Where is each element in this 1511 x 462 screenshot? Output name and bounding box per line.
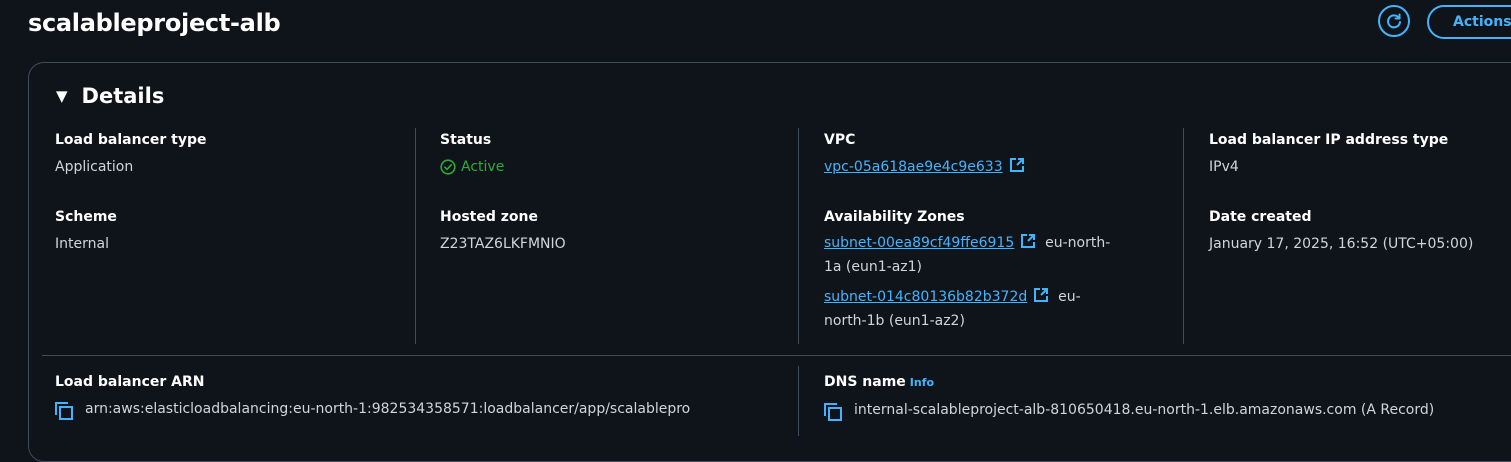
dns-info-link[interactable]: Info bbox=[910, 376, 934, 389]
availability-zone-item: subnet-014c80136b82b372d eu- north-1b (e… bbox=[824, 285, 1169, 333]
subnet-link[interactable]: subnet-00ea89cf49ffe6915 bbox=[824, 235, 1014, 251]
details-toggle[interactable]: ▼ Details bbox=[56, 84, 164, 108]
dns-name-label: DNS name bbox=[824, 374, 906, 390]
actions-button[interactable]: Actions bbox=[1427, 5, 1511, 39]
details-column-3: VPC vpc-05a618ae9e4c9e633 Availability Z… bbox=[824, 130, 1169, 333]
external-link-icon[interactable] bbox=[1009, 157, 1025, 173]
section-divider bbox=[42, 355, 1511, 356]
page-title: scalableproject-alb bbox=[28, 9, 281, 37]
dns-name-value: internal-scalableproject-alb-810650418.e… bbox=[854, 402, 1435, 418]
vpc-value: vpc-05a618ae9e4c9e633 bbox=[824, 157, 1169, 177]
arn-label: Load balancer ARN bbox=[55, 374, 205, 390]
availability-zone-name: eu-north- bbox=[1045, 235, 1111, 251]
copy-icon[interactable] bbox=[824, 403, 842, 421]
caret-down-icon: ▼ bbox=[56, 87, 68, 105]
dns-section: DNS name Info internal-scalableproject-al… bbox=[824, 372, 1511, 421]
ip-address-type-label: Load balancer IP address type bbox=[1209, 132, 1449, 148]
hosted-zone-value: Z23TAZ6LKFMNIO bbox=[440, 236, 566, 252]
external-link-icon[interactable] bbox=[1020, 233, 1036, 249]
column-divider bbox=[798, 128, 799, 344]
details-column-2: Status Active Hosted zone Z23TAZ6LKFMNIO bbox=[440, 130, 790, 254]
availability-zone-name-cont: 1a (eun1-az1) bbox=[824, 259, 923, 275]
column-divider bbox=[415, 128, 416, 344]
column-divider bbox=[1183, 128, 1184, 344]
availability-zone-item: subnet-00ea89cf49ffe6915 eu-north- 1a (e… bbox=[824, 231, 1169, 279]
details-column-1: Load balancer type Application Scheme In… bbox=[55, 130, 405, 254]
details-column-4: Load balancer IP address type IPv4 Date … bbox=[1209, 130, 1511, 254]
status-badge: Active bbox=[440, 157, 790, 177]
availability-zones-label: Availability Zones bbox=[824, 209, 965, 225]
status-label: Status bbox=[440, 132, 492, 148]
status-value: Active bbox=[461, 159, 505, 175]
date-created-value: January 17, 2025, 16:52 (UTC+05:00) bbox=[1209, 236, 1474, 252]
subnet-link[interactable]: subnet-014c80136b82b372d bbox=[824, 289, 1027, 305]
hosted-zone-label: Hosted zone bbox=[440, 209, 538, 225]
arn-value: arn:aws:elasticloadbalancing:eu-north-1:… bbox=[85, 401, 691, 417]
vpc-label: VPC bbox=[824, 132, 856, 148]
external-link-icon[interactable] bbox=[1033, 287, 1049, 303]
dns-name-label-row: DNS name Info bbox=[824, 372, 1511, 393]
availability-zone-name-cont: north-1b (eun1-az2) bbox=[824, 313, 965, 329]
vpc-link[interactable]: vpc-05a618ae9e4c9e633 bbox=[824, 159, 1003, 175]
refresh-icon bbox=[1387, 13, 1401, 29]
ip-address-type-value: IPv4 bbox=[1209, 159, 1239, 175]
details-heading: Details bbox=[81, 84, 165, 108]
column-divider bbox=[798, 366, 799, 436]
date-created-label: Date created bbox=[1209, 209, 1312, 225]
refresh-button[interactable] bbox=[1378, 5, 1410, 37]
load-balancer-type-value: Application bbox=[55, 159, 134, 175]
load-balancer-type-label: Load balancer type bbox=[55, 132, 207, 148]
availability-zone-name: eu- bbox=[1058, 289, 1081, 305]
arn-section: Load balancer ARN arn:aws:elasticloadbal… bbox=[55, 372, 785, 420]
copy-icon[interactable] bbox=[55, 402, 73, 420]
scheme-label: Scheme bbox=[55, 209, 117, 225]
scheme-value: Internal bbox=[55, 236, 109, 252]
status-success-icon bbox=[440, 159, 456, 175]
